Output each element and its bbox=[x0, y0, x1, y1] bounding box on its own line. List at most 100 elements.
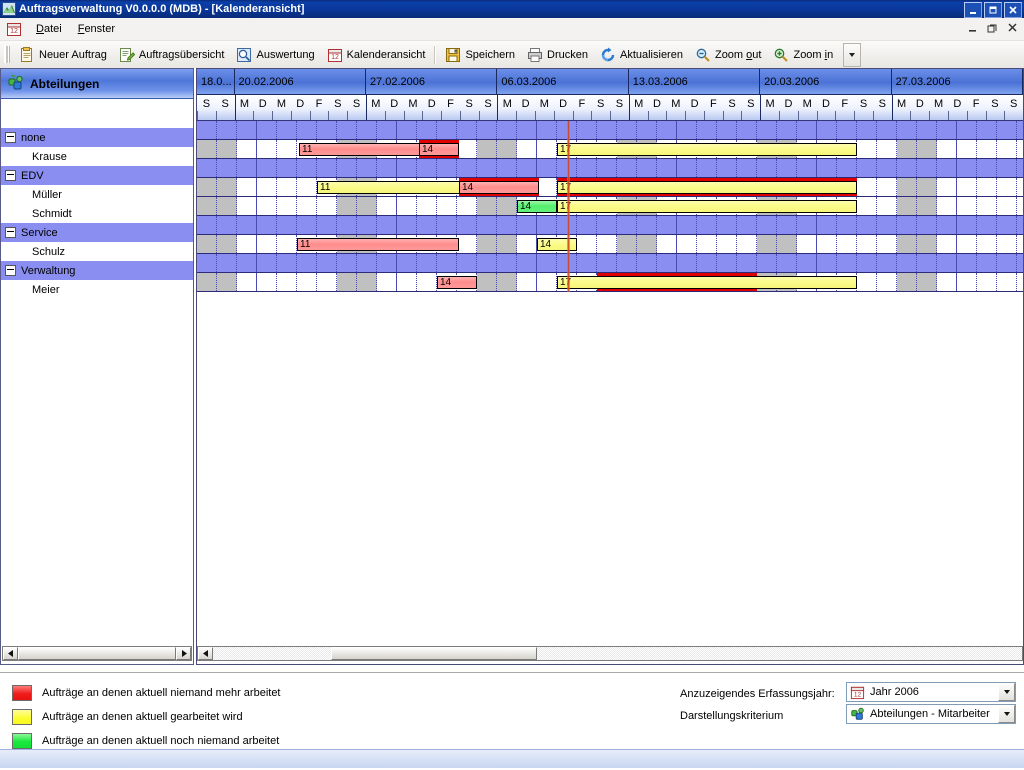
gantt-day-cell[interactable] bbox=[857, 273, 877, 291]
gantt-day-cell[interactable] bbox=[697, 235, 717, 253]
gantt-day-cell[interactable] bbox=[357, 197, 377, 215]
gantt-day-cell[interactable] bbox=[417, 159, 437, 177]
gantt-day-cell[interactable] bbox=[277, 273, 297, 291]
gantt-day-cell[interactable] bbox=[457, 235, 477, 253]
gantt-day-cell[interactable] bbox=[217, 197, 237, 215]
close-button[interactable] bbox=[1004, 2, 1022, 18]
gantt-day-cell[interactable] bbox=[317, 254, 337, 272]
gantt-day-cell[interactable] bbox=[977, 197, 997, 215]
gantt-day-cell[interactable] bbox=[777, 216, 797, 234]
gantt-day-cell[interactable] bbox=[817, 159, 837, 177]
gantt-day-cell[interactable] bbox=[737, 216, 757, 234]
gantt-day-cell[interactable] bbox=[917, 254, 937, 272]
toolbar-button-kalenderansicht[interactable]: 12 Kalenderansicht bbox=[321, 43, 432, 66]
day-header-cell[interactable]: F bbox=[703, 95, 723, 120]
gantt-day-cell[interactable] bbox=[397, 273, 417, 291]
gantt-day-cell[interactable] bbox=[997, 140, 1017, 158]
toolbar-overflow-button[interactable] bbox=[843, 42, 862, 67]
gantt-day-cell[interactable] bbox=[757, 254, 777, 272]
gantt-day-cell[interactable] bbox=[437, 216, 457, 234]
day-header-cell[interactable]: M bbox=[666, 95, 686, 120]
tree-dept-edv[interactable]: EDV bbox=[1, 166, 193, 185]
gantt-day-cell[interactable] bbox=[337, 273, 357, 291]
day-header-cell[interactable]: D bbox=[910, 95, 930, 120]
gantt-day-cell[interactable] bbox=[277, 178, 297, 196]
gantt-day-cell[interactable] bbox=[497, 140, 517, 158]
gantt-day-cell[interactable] bbox=[597, 254, 617, 272]
gantt-day-cell[interactable] bbox=[897, 216, 917, 234]
gantt-day-cell[interactable] bbox=[897, 254, 917, 272]
gantt-day-cell[interactable] bbox=[497, 273, 517, 291]
gantt-day-cell[interactable] bbox=[377, 159, 397, 177]
day-header-cell[interactable]: D bbox=[516, 95, 535, 120]
gantt-day-cell[interactable] bbox=[497, 254, 517, 272]
gantt-day-cell[interactable] bbox=[637, 121, 657, 139]
gantt-day-cell[interactable] bbox=[517, 273, 537, 291]
gantt-day-cell[interactable] bbox=[1017, 235, 1023, 253]
gantt-day-cell[interactable] bbox=[937, 197, 957, 215]
chevron-down-icon[interactable] bbox=[998, 683, 1015, 701]
tree-horizontal-scrollbar[interactable] bbox=[2, 646, 192, 661]
gantt-day-cell[interactable] bbox=[637, 254, 657, 272]
tree-dept-verwaltung[interactable]: Verwaltung bbox=[1, 261, 193, 280]
gantt-day-cell[interactable] bbox=[297, 121, 317, 139]
gantt-day-cell[interactable] bbox=[937, 140, 957, 158]
gantt-day-cell[interactable] bbox=[477, 216, 497, 234]
gantt-day-cell[interactable] bbox=[897, 140, 917, 158]
gantt-day-cell[interactable] bbox=[977, 178, 997, 196]
gantt-day-cell[interactable] bbox=[877, 216, 897, 234]
day-header-cell[interactable]: S bbox=[741, 95, 761, 120]
gantt-day-cell[interactable] bbox=[997, 178, 1017, 196]
week-header-cell[interactable]: 20.02.2006 bbox=[234, 69, 366, 95]
gantt-employee-row[interactable]: 11 14 17 bbox=[197, 178, 1023, 197]
gantt-day-cell[interactable] bbox=[897, 121, 917, 139]
gantt-day-cell[interactable] bbox=[777, 121, 797, 139]
gantt-day-cell[interactable] bbox=[477, 235, 497, 253]
gantt-day-cell[interactable] bbox=[1017, 159, 1023, 177]
gantt-day-cell[interactable] bbox=[277, 159, 297, 177]
gantt-day-cell[interactable] bbox=[437, 121, 457, 139]
gantt-day-cell[interactable] bbox=[937, 159, 957, 177]
gantt-day-cell[interactable] bbox=[397, 197, 417, 215]
gantt-day-cell[interactable] bbox=[297, 273, 317, 291]
gantt-day-cell[interactable] bbox=[577, 121, 597, 139]
gantt-day-cell[interactable] bbox=[877, 235, 897, 253]
criterion-combobox[interactable]: Abteilungen - Mitarbeiter bbox=[846, 704, 1016, 724]
gantt-day-cell[interactable] bbox=[737, 159, 757, 177]
gantt-day-cell[interactable] bbox=[257, 140, 277, 158]
gantt-day-cell[interactable] bbox=[917, 273, 937, 291]
gantt-day-cell[interactable] bbox=[957, 235, 977, 253]
gantt-day-cell[interactable] bbox=[617, 254, 637, 272]
gantt-day-cell[interactable] bbox=[637, 235, 657, 253]
gantt-day-cell[interactable] bbox=[717, 159, 737, 177]
gantt-day-cell[interactable] bbox=[237, 235, 257, 253]
gantt-day-cell[interactable] bbox=[317, 159, 337, 177]
gantt-day-cell[interactable] bbox=[937, 178, 957, 196]
gantt-day-cell[interactable] bbox=[517, 216, 537, 234]
gantt-day-cell[interactable] bbox=[517, 121, 537, 139]
gantt-day-cell[interactable] bbox=[477, 197, 497, 215]
gantt-day-cell[interactable] bbox=[837, 216, 857, 234]
gantt-day-cell[interactable] bbox=[957, 140, 977, 158]
day-header-cell[interactable]: M bbox=[497, 95, 517, 120]
gantt-day-cell[interactable] bbox=[197, 254, 217, 272]
gantt-day-cell[interactable] bbox=[1017, 140, 1023, 158]
gantt-day-cell[interactable] bbox=[717, 254, 737, 272]
gantt-day-cell[interactable] bbox=[777, 254, 797, 272]
day-header-cell[interactable]: S bbox=[1004, 95, 1023, 120]
scroll-right-button[interactable] bbox=[176, 647, 191, 660]
gantt-day-cell[interactable] bbox=[517, 254, 537, 272]
gantt-day-cell[interactable] bbox=[1017, 273, 1023, 291]
day-header-cell[interactable]: M bbox=[628, 95, 648, 120]
gantt-day-cell[interactable] bbox=[797, 159, 817, 177]
gantt-day-cell[interactable] bbox=[817, 216, 837, 234]
gantt-task-bar[interactable]: 14 bbox=[517, 200, 557, 213]
gantt-day-cell[interactable] bbox=[957, 273, 977, 291]
day-header-cell[interactable]: F bbox=[835, 95, 855, 120]
gantt-day-cell[interactable] bbox=[797, 121, 817, 139]
gantt-day-cell[interactable] bbox=[297, 197, 317, 215]
day-header-cell[interactable]: F bbox=[441, 95, 460, 120]
gantt-day-cell[interactable] bbox=[757, 235, 777, 253]
day-header-cell[interactable]: D bbox=[422, 95, 442, 120]
collapse-icon[interactable] bbox=[5, 227, 16, 238]
